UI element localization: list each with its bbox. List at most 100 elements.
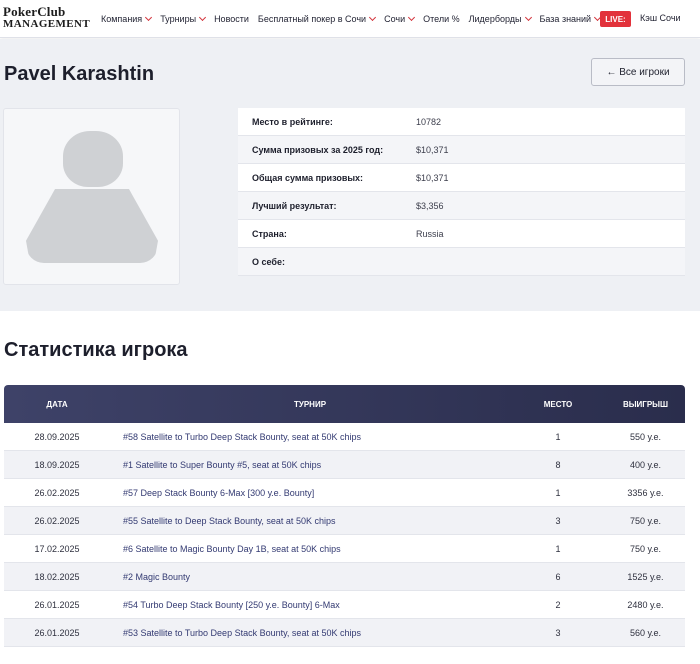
chevron-down-icon <box>369 13 377 22</box>
cell-tournament-link[interactable]: #54 Turbo Deep Stack Bounty [250 у.е. Bo… <box>110 600 510 610</box>
cell-place: 6 <box>555 571 561 582</box>
cell-date: 26.01.2025 <box>34 599 80 610</box>
info-label: Общая сумма призовых: <box>252 172 364 183</box>
cell-place: 1 <box>555 487 561 498</box>
info-label: Место в рейтинге: <box>252 116 333 127</box>
logo-line-2: MANAGEMENT <box>3 18 91 30</box>
cell-winnings: 400 у.е. <box>629 459 662 470</box>
cell-tournament-link[interactable]: #53 Satellite to Turbo Deep Stack Bounty… <box>110 628 510 638</box>
chevron-down-icon <box>145 13 153 22</box>
cell-place: 3 <box>555 627 561 638</box>
nav-item-4[interactable]: Сочи <box>384 13 416 24</box>
avatar-body-shape <box>26 189 158 263</box>
stats-table: ДАТА ТУРНИР МЕСТО ВЫИГРЫШ 28.09.2025 #58 … <box>4 385 685 647</box>
col-date-header: ДАТА <box>46 399 68 409</box>
cell-date: 26.02.2025 <box>34 487 80 498</box>
nav-item-label: База знаний <box>539 14 592 24</box>
cell-date: 26.02.2025 <box>34 515 80 526</box>
table-row: 28.09.2025 #58 Satellite to Turbo Deep St… <box>4 423 685 451</box>
cell-tournament-link[interactable]: #57 Deep Stack Bounty 6-Max [300 у.е. Bo… <box>110 488 510 498</box>
chevron-down-icon <box>524 13 532 22</box>
cell-winnings: 2480 у.е. <box>627 599 664 610</box>
chevron-down-icon <box>199 13 207 22</box>
cell-place: 8 <box>555 459 561 470</box>
cell-tournament-link[interactable]: #6 Satellite to Magic Bounty Day 1B, sea… <box>110 544 510 554</box>
logo-line-1: PokerClub <box>3 4 66 19</box>
live-badge[interactable]: LIVE: <box>600 11 631 27</box>
cell-winnings: 750 у.е. <box>629 543 662 554</box>
all-players-button[interactable]: ← Все игроки <box>591 58 685 86</box>
stats-title: Статистика игрока <box>4 339 188 361</box>
cell-winnings: 3356 у.е. <box>627 487 664 498</box>
info-value: $10,371 <box>416 144 449 155</box>
cell-date: 18.02.2025 <box>34 571 80 582</box>
cell-date: 17.02.2025 <box>34 543 80 554</box>
cell-winnings: 560 у.е. <box>629 627 662 638</box>
info-label: Страна: <box>252 228 287 239</box>
table-header: ДАТА ТУРНИР МЕСТО ВЫИГРЫШ <box>4 385 685 423</box>
table-row: 26.01.2025 #53 Satellite to Turbo Deep St… <box>4 619 685 647</box>
table-row: 17.02.2025 #6 Satellite to Magic Bounty D… <box>4 535 685 563</box>
chevron-down-icon <box>408 13 416 22</box>
cell-place: 1 <box>555 543 561 554</box>
cell-tournament-link[interactable]: #58 Satellite to Turbo Deep Stack Bounty… <box>110 432 510 442</box>
col-winnings-header: ВЫИГРЫШ <box>622 399 669 409</box>
cell-tournament-link[interactable]: #1 Satellite to Super Bounty #5, seat at… <box>110 460 510 470</box>
nav-item-6[interactable]: Лидерборды <box>468 13 532 24</box>
cell-place: 3 <box>555 515 561 526</box>
nav-item-2[interactable]: Новости <box>214 14 249 24</box>
table-row: 18.09.2025 #1 Satellite to Super Bounty #… <box>4 451 685 479</box>
table-row: 26.02.2025 #57 Deep Stack Bounty 6-Max [3… <box>4 479 685 507</box>
info-row: Общая сумма призовых: $10,371 <box>238 164 685 192</box>
nav-item-0[interactable]: Компания <box>101 13 153 24</box>
nav-item-label: Компания <box>101 14 143 24</box>
cell-winnings: 750 у.е. <box>629 515 662 526</box>
info-row: Сумма призовых за 2025 год: $10,371 <box>238 136 685 164</box>
nav-item-label: Отели % <box>423 14 460 24</box>
info-row: Лучший результат: $3,356 <box>238 192 685 220</box>
cell-place: 1 <box>555 431 561 442</box>
info-label: О себе: <box>252 256 285 267</box>
info-row: Страна: Russia <box>238 220 685 248</box>
site-logo[interactable]: PokerClub MANAGEMENT <box>3 4 91 32</box>
nav-item-label: Новости <box>214 14 249 24</box>
cell-date: 28.09.2025 <box>34 431 80 442</box>
cell-place: 2 <box>555 599 561 610</box>
table-row: 18.02.2025 #2 Magic Bounty 6 1525 у.е. <box>4 563 685 591</box>
cell-winnings: 1525 у.е. <box>627 571 664 582</box>
info-value: 10782 <box>416 116 442 127</box>
info-value: $10,371 <box>416 172 449 183</box>
site-header: PokerClub MANAGEMENT Компания Турниры Ново… <box>0 0 700 38</box>
nav-item-label: Лидерборды <box>468 14 522 24</box>
player-name: Pavel Karashtin <box>4 63 155 85</box>
nav-item-cash-sochi[interactable]: Кэш Сочи <box>640 13 681 23</box>
info-label: Сумма призовых за 2025 год: <box>252 144 384 155</box>
info-row: О себе: <box>238 248 685 276</box>
nav-item-label: Турниры <box>160 14 197 24</box>
nav-item-7[interactable]: База знаний <box>539 13 602 24</box>
nav-item-3[interactable]: Бесплатный покер в Сочи <box>257 13 377 24</box>
table-row: 26.02.2025 #55 Satellite to Deep Stack Bo… <box>4 507 685 535</box>
table-body: 28.09.2025 #58 Satellite to Turbo Deep St… <box>4 423 685 647</box>
nav-item-5[interactable]: Отели % <box>423 14 460 24</box>
cell-date: 26.01.2025 <box>34 627 80 638</box>
main-nav: Компания Турниры Новости Бесплатный покер в… <box>101 0 609 38</box>
avatar-head-shape <box>63 131 123 187</box>
player-info-table: Место в рейтинге: 10782 Сумма призовых за … <box>238 108 685 276</box>
info-value: Russia <box>416 228 444 239</box>
col-place-header: МЕСТО <box>543 399 573 409</box>
cell-tournament-link[interactable]: #55 Satellite to Deep Stack Bounty, seat… <box>110 516 510 526</box>
col-tournament-header: ТУРНИР <box>293 399 327 409</box>
info-value: $3,356 <box>416 200 444 211</box>
cell-tournament-link[interactable]: #2 Magic Bounty <box>110 572 510 582</box>
info-row: Место в рейтинге: 10782 <box>238 108 685 136</box>
table-row: 26.01.2025 #54 Turbo Deep Stack Bounty [2… <box>4 591 685 619</box>
cell-date: 18.09.2025 <box>34 459 80 470</box>
player-profile: Pavel Karashtin ← Все игроки Место в рей… <box>0 39 700 311</box>
nav-item-label: Сочи <box>384 14 406 24</box>
nav-item-label: Бесплатный покер в Сочи <box>257 14 367 24</box>
nav-item-1[interactable]: Турниры <box>160 13 207 24</box>
info-label: Лучший результат: <box>252 200 337 211</box>
avatar <box>3 108 180 285</box>
cell-winnings: 550 у.е. <box>629 431 662 442</box>
